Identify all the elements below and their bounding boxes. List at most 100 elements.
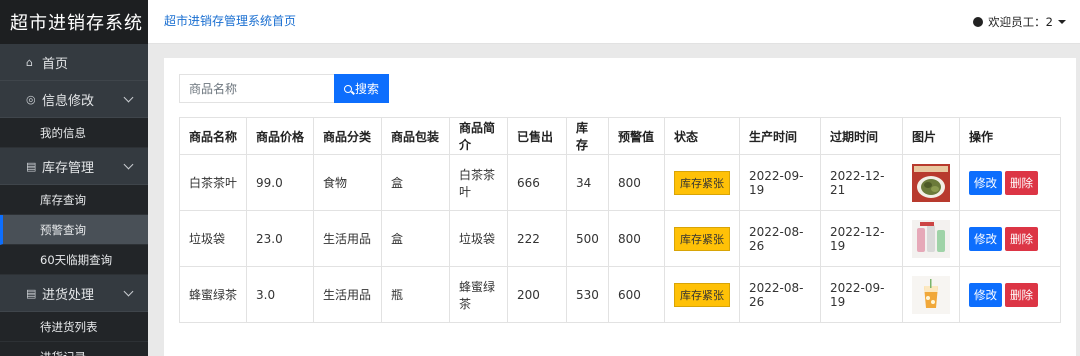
- column-header: 状态: [664, 117, 740, 155]
- edit-button[interactable]: 修改: [969, 226, 1002, 251]
- delete-button[interactable]: 删除: [1005, 226, 1038, 251]
- table-header-row: 商品名称 商品价格 商品分类 商品包装 商品简介 已售出 库存 预警值 状态 生…: [179, 117, 1061, 155]
- column-header: 商品包装: [381, 117, 450, 155]
- column-header: 生产时间: [739, 117, 821, 155]
- sidebar-subitem-warning-query[interactable]: 预警查询: [0, 215, 148, 245]
- cell-package: 盒: [381, 210, 450, 267]
- cell-stock: 530: [566, 266, 609, 323]
- cell-expires: 2022-12-19: [820, 210, 903, 267]
- column-header: 图片: [902, 117, 960, 155]
- sidebar-subitem-pending-purchase[interactable]: 待进货列表: [0, 312, 148, 342]
- cell-actions: 修改 删除: [959, 154, 1061, 211]
- user-menu[interactable]: 欢迎员工：2: [973, 14, 1066, 30]
- search-bar: 搜索: [179, 74, 389, 103]
- column-header: 过期时间: [820, 117, 903, 155]
- cell-status: 库存紧张: [664, 266, 740, 323]
- sidebar-item-label: 库存管理: [42, 160, 95, 176]
- sidebar-item-label: 进货处理: [42, 287, 95, 303]
- cell-intro: 白茶茶叶: [449, 154, 508, 211]
- cell-actions: 修改 删除: [959, 210, 1061, 267]
- chevron-down-icon: [123, 159, 134, 170]
- column-header: 已售出: [507, 117, 567, 155]
- edit-button[interactable]: 修改: [969, 170, 1002, 195]
- warning-table: 商品名称 商品价格 商品分类 商品包装 商品简介 已售出 库存 预警值 状态 生…: [179, 117, 1061, 323]
- column-header: 商品简介: [449, 117, 508, 155]
- column-header: 商品名称: [179, 117, 247, 155]
- sidebar-subitem-my-info[interactable]: 我的信息: [0, 118, 148, 148]
- sidebar-item-label: 首页: [42, 56, 69, 72]
- cell-price: 99.0: [246, 154, 314, 211]
- cell-expires: 2022-09-19: [820, 266, 903, 323]
- delete-button[interactable]: 删除: [1005, 170, 1038, 195]
- cell-image: [902, 266, 960, 323]
- column-header: 库存: [566, 117, 609, 155]
- sidebar-item-info-edit[interactable]: ◎ 信息修改: [0, 81, 148, 118]
- cell-stock: 34: [566, 154, 609, 211]
- cell-produced: 2022-09-19: [739, 154, 821, 211]
- product-image-tea: [912, 163, 950, 202]
- cell-image: [902, 210, 960, 267]
- sidebar-item-label: 信息修改: [42, 93, 95, 109]
- chevron-down-icon: [123, 92, 134, 103]
- sidebar: 超市进销存系统 ⌂ 首页 ◎ 信息修改 我的信息 ▤ 库存管理 库存查询 预警查…: [0, 0, 148, 356]
- cell-status: 库存紧张: [664, 154, 740, 211]
- content-card: 搜索 商品名称 商品价格 商品分类 商品包装 商品简介 已售出 库存 预警值 状…: [164, 58, 1076, 356]
- search-input[interactable]: [179, 74, 334, 103]
- user-icon: [973, 17, 984, 27]
- sidebar-subitem-expiry-query[interactable]: 60天临期查询: [0, 245, 148, 275]
- cell-price: 3.0: [246, 266, 314, 323]
- breadcrumb[interactable]: 超市进销存管理系统首页: [164, 12, 296, 29]
- app-title: 超市进销存系统: [0, 0, 148, 44]
- document-icon: ▤: [26, 286, 37, 300]
- top-bar: 超市进销存管理系统首页 欢迎员工：2: [148, 0, 1080, 44]
- delete-button[interactable]: 删除: [1005, 282, 1038, 307]
- cell-actions: 修改 删除: [959, 266, 1061, 323]
- cell-name: 垃圾袋: [179, 210, 247, 267]
- document-icon: ▤: [26, 159, 37, 173]
- user-greeting: 欢迎员工：2: [988, 15, 1053, 29]
- cell-category: 生活用品: [313, 210, 382, 267]
- cell-category: 食物: [313, 154, 382, 211]
- sidebar-item-purchase[interactable]: ▤ 进货处理: [0, 275, 148, 312]
- cell-warning: 800: [608, 210, 665, 267]
- cell-intro: 蜂蜜绿茶: [449, 266, 508, 323]
- column-header: 操作: [959, 117, 1061, 155]
- cell-sold: 200: [507, 266, 567, 323]
- cell-package: 盒: [381, 154, 450, 211]
- product-image-honey-tea: [912, 275, 950, 314]
- cell-name: 白茶茶叶: [179, 154, 247, 211]
- table-row: 蜂蜜绿茶 3.0 生活用品 瓶 蜂蜜绿茶 200 530 600 库存紧张 20…: [179, 266, 1061, 323]
- column-header: 预警值: [608, 117, 665, 155]
- cell-image: [902, 154, 960, 211]
- search-icon: [343, 84, 352, 93]
- table-row: 白茶茶叶 99.0 食物 盒 白茶茶叶 666 34 800 库存紧张 2022…: [179, 154, 1061, 211]
- cell-sold: 222: [507, 210, 567, 267]
- cell-intro: 垃圾袋: [449, 210, 508, 267]
- cell-price: 23.0: [246, 210, 314, 267]
- cell-produced: 2022-08-26: [739, 266, 821, 323]
- sidebar-subitem-purchase-records[interactable]: 进货记录: [0, 342, 148, 356]
- column-header: 商品分类: [313, 117, 382, 155]
- table-row: 垃圾袋 23.0 生活用品 盒 垃圾袋 222 500 800 库存紧张 202…: [179, 210, 1061, 267]
- cell-name: 蜂蜜绿茶: [179, 266, 247, 323]
- home-icon: ⌂: [26, 55, 33, 69]
- caret-down-icon: [1058, 20, 1066, 24]
- chevron-down-icon: [123, 286, 134, 297]
- column-header: 商品价格: [246, 117, 314, 155]
- product-image-trash-bags: [912, 219, 950, 258]
- sidebar-item-home[interactable]: ⌂ 首页: [0, 44, 148, 81]
- status-badge: 库存紧张: [674, 170, 730, 195]
- status-badge: 库存紧张: [674, 282, 730, 307]
- sidebar-item-inventory[interactable]: ▤ 库存管理: [0, 148, 148, 185]
- cell-stock: 500: [566, 210, 609, 267]
- edit-button[interactable]: 修改: [969, 282, 1002, 307]
- cell-warning: 600: [608, 266, 665, 323]
- cell-category: 生活用品: [313, 266, 382, 323]
- status-badge: 库存紧张: [674, 226, 730, 251]
- cell-sold: 666: [507, 154, 567, 211]
- user-circle-icon: ◎: [26, 92, 36, 106]
- search-button[interactable]: 搜索: [334, 74, 389, 103]
- cell-produced: 2022-08-26: [739, 210, 821, 267]
- sidebar-subitem-stock-query[interactable]: 库存查询: [0, 185, 148, 215]
- cell-warning: 800: [608, 154, 665, 211]
